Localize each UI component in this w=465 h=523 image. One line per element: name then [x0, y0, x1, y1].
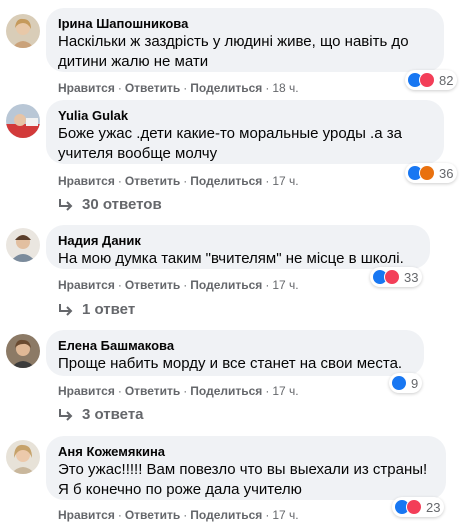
comment-text: Наскільки ж заздрість у людині живе, що …	[58, 33, 409, 70]
like-button[interactable]: Нравится	[58, 81, 115, 95]
comment-text: На мою думка таким "вчителям" не місце в…	[58, 250, 404, 267]
avatar[interactable]	[6, 440, 40, 474]
timestamp[interactable]: 18 ч.	[272, 81, 298, 95]
timestamp[interactable]: 17 ч.	[272, 278, 298, 292]
like-button[interactable]: Нравится	[58, 508, 115, 522]
comment-bubble: Елена Башмакова Проще набить морду и все…	[46, 330, 424, 376]
share-button[interactable]: Поделиться	[190, 508, 262, 522]
comment-actions: Нравится · Ответить · Поделиться · 18 ч.	[58, 81, 299, 95]
like-button[interactable]: Нравится	[58, 174, 115, 188]
comment-actions: Нравится · Ответить · Поделиться · 17 ч.	[58, 384, 299, 398]
reaction-count: 9	[411, 375, 419, 391]
share-button[interactable]: Поделиться	[190, 384, 262, 398]
comment-actions: Нравится · Ответить · Поделиться · 17 ч.	[58, 174, 299, 188]
like-icon	[391, 375, 407, 391]
comment-text: Боже ужас .дети какие-то моральные уроды…	[58, 125, 402, 162]
share-button[interactable]: Поделиться	[190, 174, 262, 188]
reaction-summary[interactable]: 9	[389, 373, 423, 393]
love-icon	[419, 72, 435, 88]
comment-text: Проще набить морду и все станет на свои …	[58, 355, 403, 372]
angry-icon	[419, 165, 435, 181]
replies-count: 1 ответ	[82, 301, 136, 318]
reaction-summary[interactable]: 82	[405, 70, 458, 90]
reaction-summary[interactable]: 23	[392, 497, 445, 517]
reaction-count: 82	[439, 72, 454, 88]
reply-button[interactable]: Ответить	[125, 508, 180, 522]
share-button[interactable]: Поделиться	[190, 81, 262, 95]
view-replies-link[interactable]: 30 ответов	[58, 196, 162, 213]
avatar[interactable]	[6, 334, 40, 368]
reply-button[interactable]: Ответить	[125, 384, 180, 398]
reaction-summary[interactable]: 33	[370, 267, 423, 287]
reply-arrow-icon	[59, 408, 73, 421]
reply-arrow-icon	[59, 198, 73, 211]
comment-author[interactable]: Елена Башмакова	[58, 337, 412, 354]
reply-button[interactable]: Ответить	[125, 81, 180, 95]
love-icon	[384, 269, 400, 285]
comment-actions: Нравится · Ответить · Поделиться · 17 ч.	[58, 508, 299, 522]
avatar[interactable]	[6, 228, 40, 262]
love-icon	[406, 499, 422, 515]
avatar[interactable]	[6, 14, 40, 48]
reaction-count: 36	[439, 165, 454, 181]
reply-arrow-icon	[59, 303, 73, 316]
comment-author[interactable]: Надия Даник	[58, 232, 418, 249]
comment-bubble: Yulia Gulak Боже ужас .дети какие-то мор…	[46, 100, 444, 164]
timestamp[interactable]: 17 ч.	[272, 508, 298, 522]
comment-actions: Нравится · Ответить · Поделиться · 17 ч.	[58, 278, 299, 292]
avatar[interactable]	[6, 104, 40, 138]
comment-bubble: Аня Кожемякина Это ужас!!!!! Вам повезло…	[46, 436, 446, 500]
view-replies-link[interactable]: 3 ответа	[58, 406, 144, 423]
share-button[interactable]: Поделиться	[190, 278, 262, 292]
view-replies-link[interactable]: 1 ответ	[58, 301, 135, 318]
replies-count: 30 ответов	[82, 196, 162, 213]
reaction-count: 23	[426, 499, 441, 515]
comment-bubble: Ірина Шапошникова Наскільки ж заздрість …	[46, 8, 444, 72]
comment-author[interactable]: Ірина Шапошникова	[58, 15, 432, 32]
reaction-summary[interactable]: 36	[405, 163, 458, 183]
timestamp[interactable]: 17 ч.	[272, 174, 298, 188]
reply-button[interactable]: Ответить	[125, 174, 180, 188]
reply-button[interactable]: Ответить	[125, 278, 180, 292]
comment-author[interactable]: Аня Кожемякина	[58, 443, 434, 460]
comment-text: Это ужас!!!!! Вам повезло что вы выехали…	[58, 461, 428, 498]
replies-count: 3 ответа	[82, 406, 144, 423]
reaction-count: 33	[404, 269, 419, 285]
timestamp[interactable]: 17 ч.	[272, 384, 298, 398]
comment-bubble: Надия Даник На мою думка таким "вчителям…	[46, 225, 430, 269]
like-button[interactable]: Нравится	[58, 278, 115, 292]
like-button[interactable]: Нравится	[58, 384, 115, 398]
comment-author[interactable]: Yulia Gulak	[58, 107, 432, 124]
